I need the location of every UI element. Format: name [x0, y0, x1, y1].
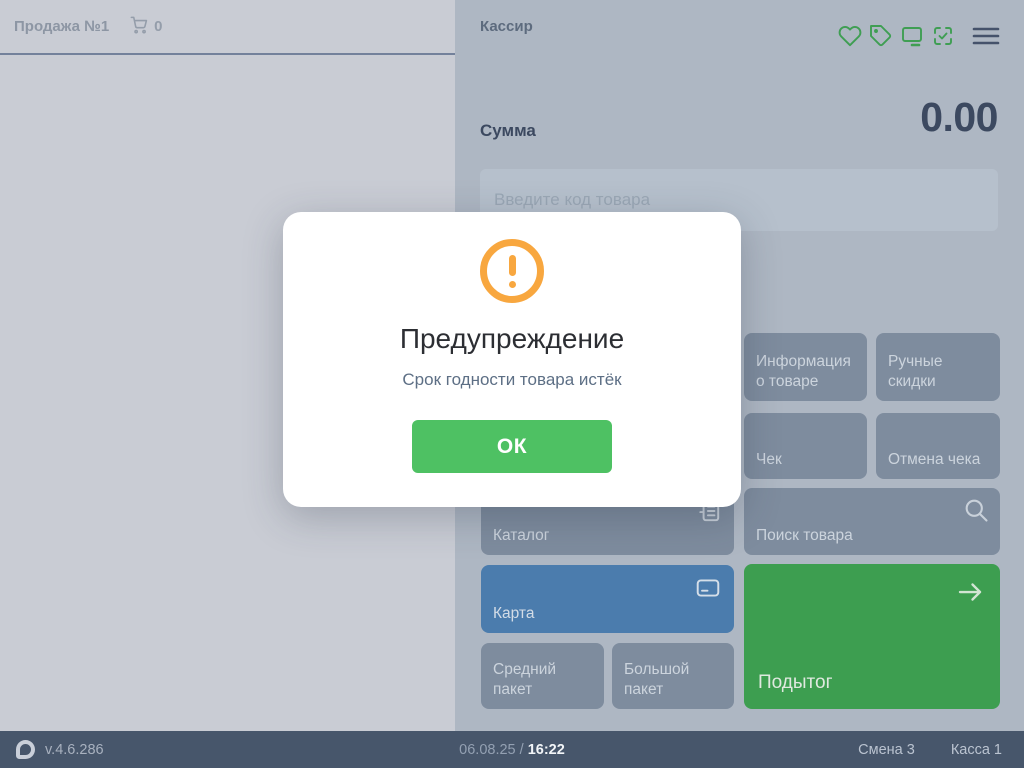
cancel-receipt-label: Отмена чека [888, 450, 980, 469]
big-bag-button[interactable]: Большой пакет [612, 643, 734, 709]
cancel-receipt-button[interactable]: Отмена чека [876, 413, 1000, 479]
product-info-button[interactable]: Информация о товаре [744, 333, 867, 401]
sale-header: Продажа №1 0 [0, 0, 455, 55]
cashier-label: Кассир [480, 18, 533, 35]
scan-check-icon[interactable] [931, 24, 955, 48]
tab-sale[interactable]: Продажа №1 [14, 18, 109, 35]
catalog-label: Каталог [493, 526, 549, 545]
warning-icon [480, 239, 544, 303]
search-icon [962, 496, 990, 529]
app-logo-icon [16, 740, 35, 759]
status-bar: v.4.6.286 06.08.25 / 16:22 Смена 3 Касса… [0, 731, 1024, 768]
status-time: 16:22 [528, 742, 565, 758]
price-tag-icon[interactable] [869, 24, 893, 48]
ok-button-label: ОК [497, 435, 527, 459]
warning-exclamation-bar [509, 255, 516, 276]
sum-label: Сумма [480, 121, 536, 141]
card-icon [694, 575, 722, 606]
cart-counter: 0 [129, 15, 162, 39]
big-bag-label: Большой пакет [624, 660, 722, 699]
status-datetime: 06.08.25 / 16:22 [459, 742, 565, 758]
receipt-button[interactable]: Чек [744, 413, 867, 479]
ok-button[interactable]: ОК [412, 420, 612, 473]
app-version: v.4.6.286 [45, 742, 104, 758]
shift-label: Смена 3 [858, 742, 915, 758]
receipt-label: Чек [756, 450, 782, 469]
manual-discounts-label: Ручные скидки [888, 352, 988, 391]
dialog-message: Срок годности товара истёк [402, 370, 621, 390]
favorites-heart-icon[interactable] [838, 24, 862, 48]
display-icon[interactable] [900, 24, 924, 48]
warning-exclamation-dot [509, 281, 516, 288]
register-label: Касса 1 [951, 742, 1002, 758]
pos-screen: Продажа №1 0 Кассир [0, 0, 1024, 768]
warning-dialog: Предупреждение Срок годности товара истё… [283, 212, 741, 507]
card-label: Карта [493, 604, 534, 623]
status-right: Смена 3 Касса 1 [858, 742, 1002, 758]
cart-count: 0 [154, 18, 162, 35]
arrow-right-icon [954, 577, 986, 614]
cart-icon [129, 15, 148, 39]
toolbar [838, 24, 1000, 48]
product-search-label: Поиск товара [756, 526, 853, 545]
status-date: 06.08.25 [459, 742, 515, 758]
status-divider: / [520, 742, 524, 758]
card-button[interactable]: Карта [481, 565, 734, 633]
product-search-button[interactable]: Поиск товара [744, 488, 1000, 555]
medium-bag-label: Средний пакет [493, 660, 592, 699]
medium-bag-button[interactable]: Средний пакет [481, 643, 604, 709]
hamburger-menu-icon[interactable] [972, 24, 1000, 48]
status-left: v.4.6.286 [0, 740, 104, 759]
product-info-label: Информация о товаре [756, 352, 855, 391]
manual-discounts-button[interactable]: Ручные скидки [876, 333, 1000, 401]
sale-tab-label: Продажа №1 [14, 18, 109, 35]
sum-value: 0.00 [920, 94, 998, 141]
dialog-title: Предупреждение [400, 323, 624, 355]
subtotal-label: Подытог [758, 671, 833, 695]
subtotal-button[interactable]: Подытог [744, 564, 1000, 709]
